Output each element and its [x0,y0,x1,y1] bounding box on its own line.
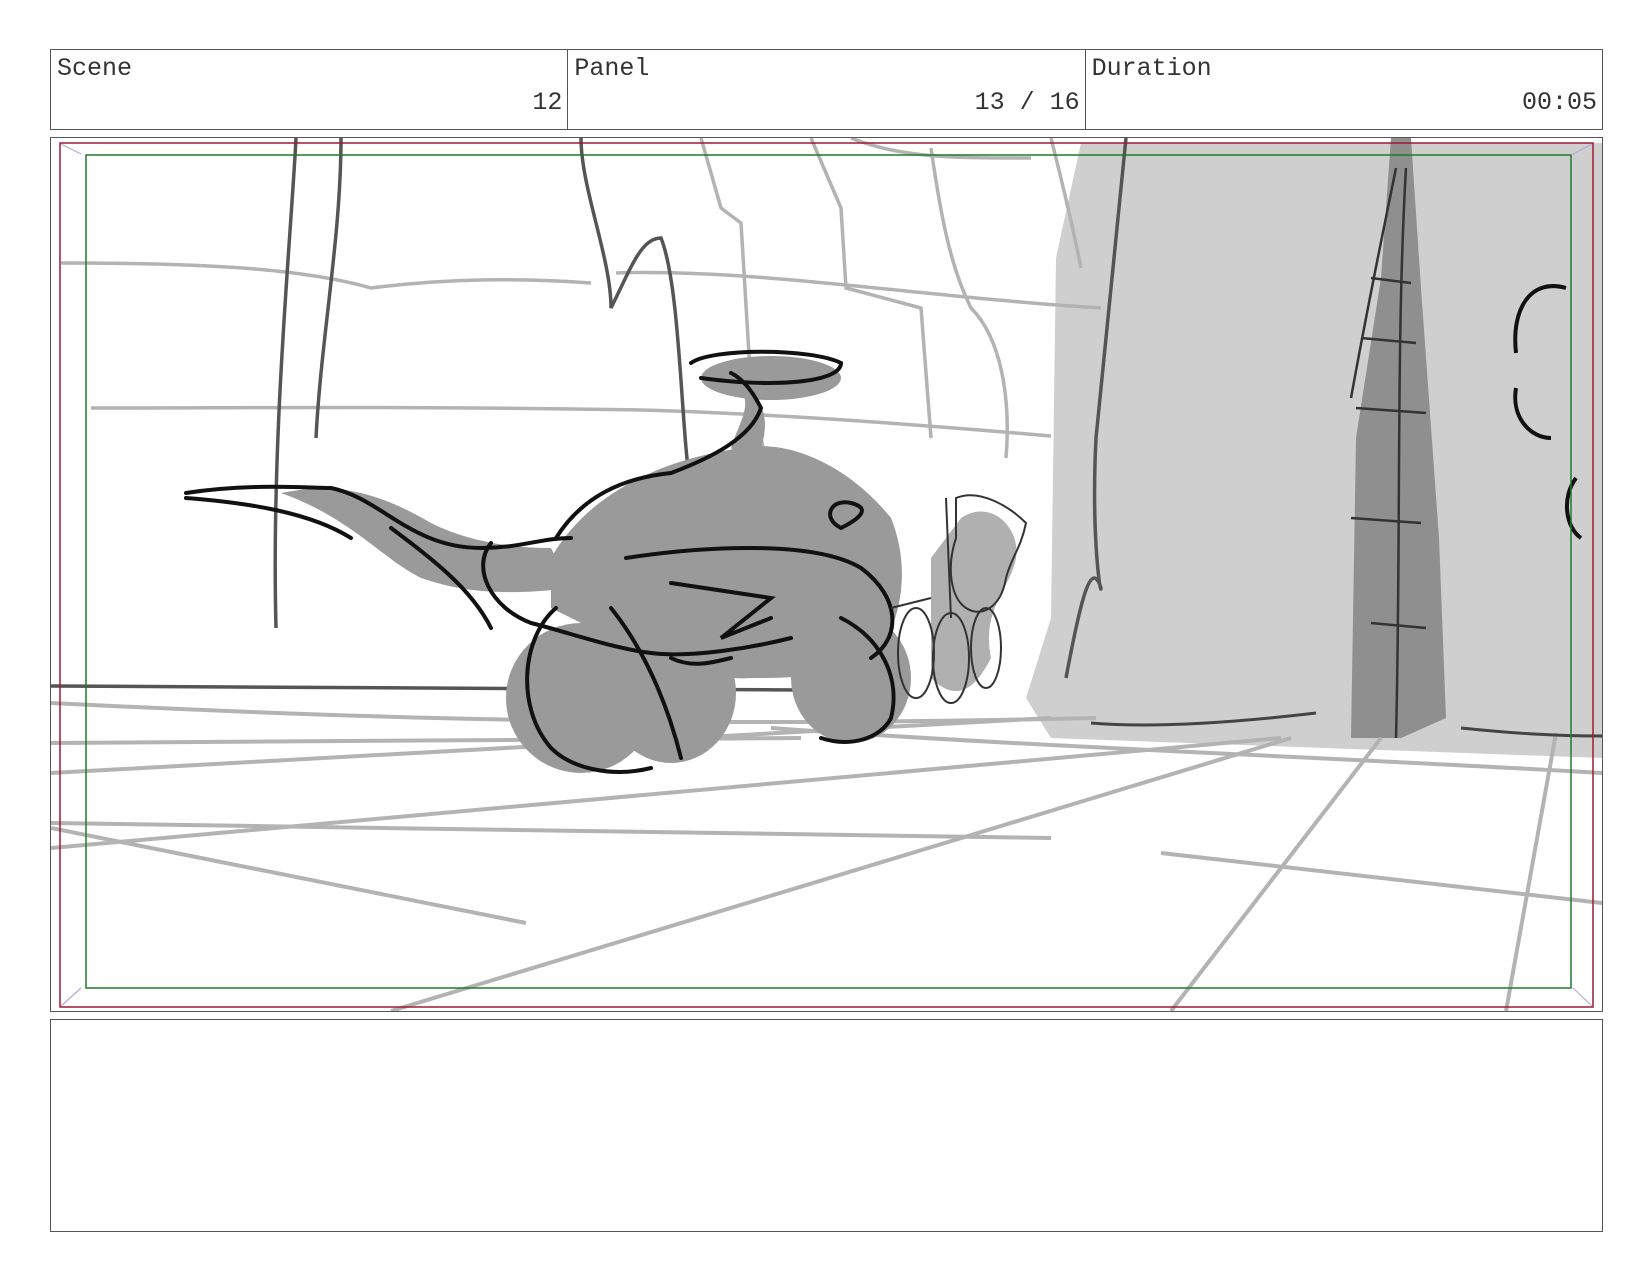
figure-shade [931,511,1017,692]
notes-box[interactable] [50,1019,1603,1232]
scene-number: 12 [532,88,563,117]
scene-label: Scene [57,54,133,83]
scene-cell: Scene 12 [51,50,569,129]
panel-info-header: Scene 12 Panel 13 / 16 Duration 00:05 [50,49,1603,130]
creature-tail [281,488,571,593]
panel-label: Panel [574,54,650,83]
duration-cell: Duration 00:05 [1086,50,1602,129]
duration-label: Duration [1091,54,1212,83]
panel-cell: Panel 13 / 16 [568,50,1086,129]
storyboard-frame [50,137,1603,1012]
duration-value: 00:05 [1521,88,1597,117]
wall-shade [1026,143,1602,758]
storyboard-sketch [51,138,1602,1011]
panel-number: 13 / 16 [974,88,1080,117]
